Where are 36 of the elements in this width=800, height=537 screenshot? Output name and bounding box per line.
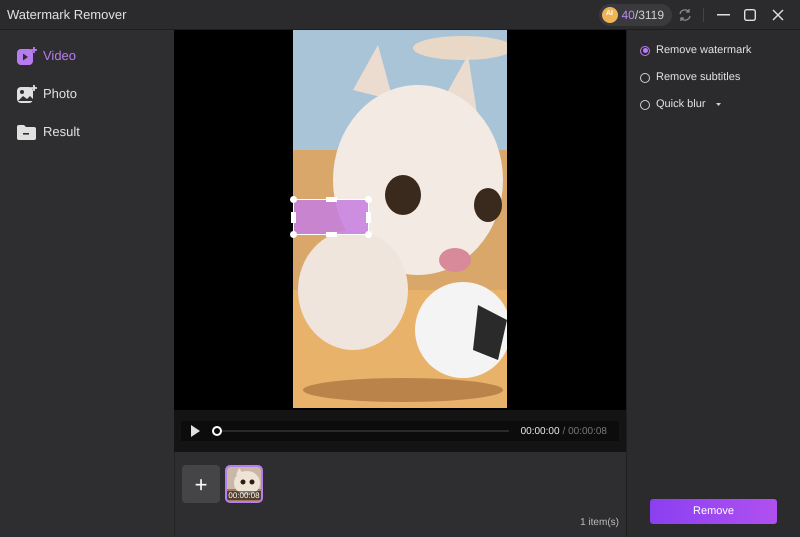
image-plus-icon — [17, 85, 37, 103]
sidebar-item[interactable]: Result — [17, 119, 174, 145]
video-plus-icon — [17, 47, 37, 65]
option-radio[interactable]: Remove watermark — [640, 41, 800, 60]
resize-handle[interactable] — [365, 231, 372, 238]
option-radio[interactable]: Remove subtitles — [640, 68, 800, 87]
radio-button[interactable] — [640, 100, 650, 110]
refresh-icon[interactable] — [678, 8, 692, 22]
item-count: 1 item(s) — [580, 516, 619, 530]
option-radio[interactable]: Quick blur — [640, 95, 800, 114]
caret-icon[interactable] — [716, 103, 721, 106]
minimize-icon[interactable] — [717, 14, 730, 16]
resize-handle[interactable] — [365, 196, 372, 203]
maximize-icon[interactable] — [744, 8, 756, 20]
sidebar-item[interactable]: Photo — [17, 81, 174, 107]
resize-handle[interactable] — [326, 197, 337, 202]
resize-handle[interactable] — [290, 196, 297, 203]
resize-handle[interactable] — [326, 232, 337, 237]
duration-time: / 00:00:08 — [562, 424, 607, 438]
duration-label: 00:00:08 — [227, 491, 261, 500]
folder-icon — [17, 123, 37, 141]
resize-handle[interactable] — [366, 212, 371, 223]
remove-button[interactable]: Remove — [650, 499, 777, 524]
resize-handle[interactable] — [291, 212, 296, 223]
video-thumbnail[interactable]: 00:00:08 — [225, 465, 263, 503]
window-title: Watermark Remover — [7, 6, 126, 24]
credits-count: 40/3119 — [622, 6, 664, 24]
add-button[interactable]: + — [182, 465, 220, 503]
resize-handle[interactable] — [290, 231, 297, 238]
radio-button[interactable] — [640, 72, 650, 82]
sidebar-item[interactable]: Video — [17, 43, 174, 69]
current-time: 00:00:00 — [520, 424, 560, 438]
radio-button[interactable] — [640, 46, 650, 56]
play-icon[interactable] — [191, 425, 200, 437]
seek-thumb[interactable] — [212, 426, 222, 436]
close-icon[interactable] — [772, 8, 784, 20]
